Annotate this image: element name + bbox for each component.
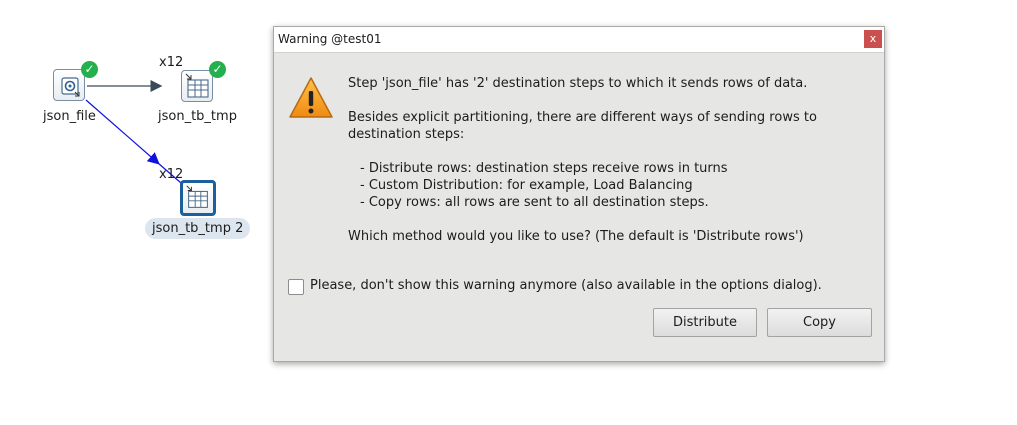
json-input-step-icon[interactable] — [53, 69, 85, 101]
dont-show-again-checkbox[interactable] — [288, 279, 304, 295]
hop-json-file-to-json-tb-tmp-2[interactable] — [85, 99, 160, 165]
step-label-json-tb-tmp[interactable]: json_tb_tmp — [158, 109, 237, 124]
run-ok-check-icon: ✓ — [209, 61, 226, 78]
warning-icon — [289, 77, 333, 118]
message-line: destination steps: — [348, 127, 465, 142]
step-label-json-file[interactable]: json_file — [43, 109, 96, 124]
question-text: Which method would you like to use? (The… — [348, 229, 804, 244]
table-output-step-icon-selected[interactable] — [180, 180, 216, 216]
message-line: Step 'json_file' has '2' destination ste… — [348, 76, 808, 91]
option-copy-text: - Copy rows: all rows are sent to all de… — [360, 195, 709, 210]
copies-badge: x12 — [159, 55, 184, 70]
copies-badge: x12 — [159, 167, 184, 182]
option-distribute-text: - Distribute rows: destination steps rec… — [360, 161, 728, 176]
run-ok-check-icon: ✓ — [81, 61, 98, 78]
warning-dialog: Warning @test01 x Step 'json_file' has '… — [273, 26, 885, 362]
close-button[interactable]: x — [864, 30, 882, 48]
dialog-title: Warning @test01 — [278, 32, 382, 46]
dont-show-again-label[interactable]: Please, don't show this warning anymore … — [310, 278, 822, 293]
message-line: Besides explicit partitioning, there are… — [348, 110, 817, 125]
option-custom-text: - Custom Distribution: for example, Load… — [360, 178, 693, 193]
distribute-button[interactable]: Distribute — [653, 308, 757, 337]
step-label-json-tb-tmp-2[interactable]: json_tb_tmp 2 — [145, 218, 251, 239]
table-output-step-icon[interactable] — [181, 70, 213, 102]
copy-button[interactable]: Copy — [767, 308, 872, 337]
dialog-titlebar[interactable]: Warning @test01 x — [274, 27, 884, 53]
